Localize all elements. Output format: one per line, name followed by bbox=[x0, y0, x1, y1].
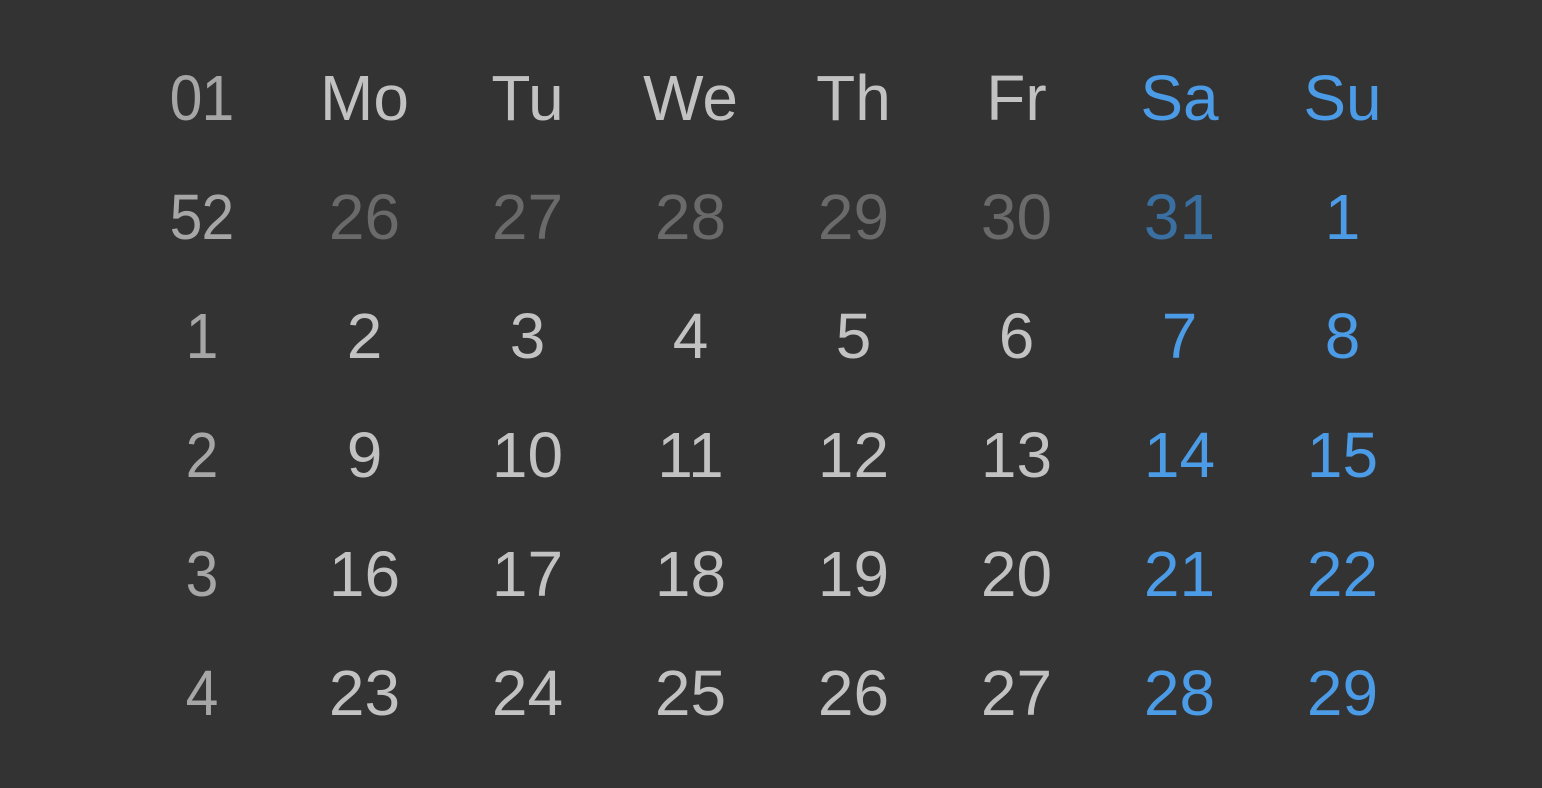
day-cell[interactable]: 29 bbox=[772, 157, 935, 276]
day-cell[interactable]: 26 bbox=[772, 633, 935, 752]
day-cell[interactable]: 12 bbox=[772, 395, 935, 514]
day-cell[interactable]: 17 bbox=[446, 514, 609, 633]
weekday-header-we: We bbox=[643, 61, 738, 134]
day-cell[interactable]: 18 bbox=[609, 514, 772, 633]
day-cell[interactable]: 27 bbox=[446, 157, 609, 276]
week-number: 1 bbox=[185, 299, 219, 372]
day-cell[interactable]: 4 bbox=[609, 276, 772, 395]
day-cell[interactable]: 19 bbox=[772, 514, 935, 633]
week-number: 3 bbox=[185, 537, 219, 610]
day-cell[interactable]: 9 bbox=[283, 395, 446, 514]
day-cell[interactable]: 29 bbox=[1261, 633, 1424, 752]
day-cell[interactable]: 13 bbox=[935, 395, 1098, 514]
day-cell[interactable]: 25 bbox=[609, 633, 772, 752]
week-number-header: 01 bbox=[169, 61, 235, 134]
day-cell[interactable]: 22 bbox=[1261, 514, 1424, 633]
week-number: 2 bbox=[185, 418, 219, 491]
day-cell[interactable]: 15 bbox=[1261, 395, 1424, 514]
weekday-header-tu: Tu bbox=[491, 61, 564, 134]
day-cell[interactable]: 6 bbox=[935, 276, 1098, 395]
weekday-header-su: Su bbox=[1303, 61, 1382, 134]
day-cell[interactable]: 26 bbox=[283, 157, 446, 276]
day-cell[interactable]: 23 bbox=[283, 633, 446, 752]
day-cell[interactable]: 24 bbox=[446, 633, 609, 752]
weekday-header-fr: Fr bbox=[986, 61, 1047, 134]
weekday-header-mo: Mo bbox=[320, 61, 409, 134]
day-cell[interactable]: 20 bbox=[935, 514, 1098, 633]
day-cell[interactable]: 2 bbox=[283, 276, 446, 395]
day-cell[interactable]: 31 bbox=[1098, 157, 1261, 276]
day-cell[interactable]: 21 bbox=[1098, 514, 1261, 633]
day-cell[interactable]: 28 bbox=[609, 157, 772, 276]
day-cell[interactable]: 27 bbox=[935, 633, 1098, 752]
day-cell[interactable]: 14 bbox=[1098, 395, 1261, 514]
calendar-grid: 01 Mo Tu We Th Fr Sa Su 52 26 27 28 29 3… bbox=[120, 38, 1424, 752]
weekday-header-th: Th bbox=[816, 61, 891, 134]
day-cell[interactable]: 7 bbox=[1098, 276, 1261, 395]
day-cell[interactable]: 3 bbox=[446, 276, 609, 395]
day-cell[interactable]: 8 bbox=[1261, 276, 1424, 395]
day-cell[interactable]: 10 bbox=[446, 395, 609, 514]
week-number: 4 bbox=[185, 656, 219, 729]
day-cell[interactable]: 11 bbox=[609, 395, 772, 514]
weekday-header-sa: Sa bbox=[1140, 61, 1219, 134]
day-cell[interactable]: 30 bbox=[935, 157, 1098, 276]
day-cell[interactable]: 1 bbox=[1261, 157, 1424, 276]
day-cell[interactable]: 28 bbox=[1098, 633, 1261, 752]
week-number: 52 bbox=[169, 180, 235, 253]
day-cell[interactable]: 16 bbox=[283, 514, 446, 633]
day-cell[interactable]: 5 bbox=[772, 276, 935, 395]
